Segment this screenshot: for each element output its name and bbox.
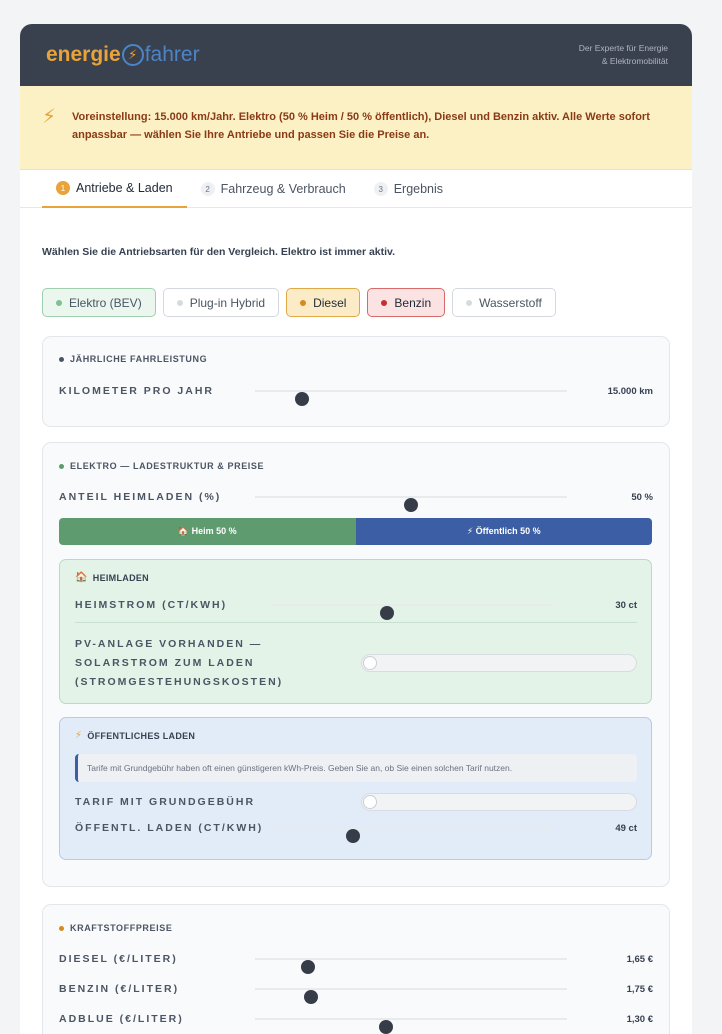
public-price-slider[interactable] xyxy=(271,827,553,843)
mileage-value: 15.000 km xyxy=(607,386,653,397)
home-charging-title: 🏠 HEIMLADEN xyxy=(75,572,149,583)
banner-text: Voreinstellung: 15.000 km/Jahr. Elektro … xyxy=(72,111,650,141)
app-header: energie ⚡ fahrer Der Experte für Energie &… xyxy=(20,24,692,86)
panel-title: JÄHRLICHE FAHRLEISTUNG xyxy=(59,354,207,364)
public-price-value: 49 ct xyxy=(615,823,637,834)
pv-toggle-row: PV-ANLAGE VORHANDEN — SOLARSTROM ZUM LAD… xyxy=(75,635,637,691)
status-dot-icon xyxy=(300,299,307,306)
logo[interactable]: energie ⚡ fahrer xyxy=(46,43,200,67)
status-dot-icon xyxy=(56,299,62,306)
bolt-icon: ⚡ xyxy=(75,730,83,741)
divider xyxy=(75,622,637,623)
electric-panel: ELEKTRO — LADESTRUKTUR & PREISE ANTEIL H… xyxy=(42,442,670,887)
calculator-card: energie ⚡ fahrer Der Experte für Energie &… xyxy=(20,24,692,1034)
adblue-price-slider[interactable] xyxy=(255,1018,567,1034)
home-charging-box: 🏠 HEIMLADEN HEIMSTROM (CT/KWH) 30 ct PV-… xyxy=(59,559,652,704)
home-share-slider-row: ANTEIL HEIMLADEN (%) 50 % xyxy=(59,488,653,512)
tariff-toggle[interactable] xyxy=(361,793,637,811)
tab-antriebe-laden[interactable]: 1 Antriebe & Laden xyxy=(42,170,187,208)
mileage-panel: JÄHRLICHE FAHRLEISTUNG KILOMETER PRO JAH… xyxy=(42,336,670,427)
tagline: Der Experte für Energie & Elektromobilit… xyxy=(578,43,668,66)
status-dot-icon xyxy=(381,299,388,306)
home-price-slider-row: HEIMSTROM (CT/KWH) 30 ct xyxy=(75,596,637,620)
slider-thumb[interactable] xyxy=(379,1020,394,1034)
pv-toggle[interactable] xyxy=(361,654,637,672)
tab-label: Fahrzeug & Verbrauch xyxy=(220,182,346,196)
home-price-value: 30 ct xyxy=(615,600,637,611)
home-price-slider[interactable] xyxy=(271,604,553,620)
slider-thumb[interactable] xyxy=(345,829,360,843)
tab-step-number: 1 xyxy=(56,181,70,195)
diesel-price-slider[interactable] xyxy=(255,958,567,974)
slider-thumb[interactable] xyxy=(301,960,316,974)
tariff-info-note: Tarife mit Grundgebühr haben oft einen g… xyxy=(75,754,637,782)
fuel-prices-panel: KRAFTSTOFFPREISE DIESEL (€/LITER) 1,65 €… xyxy=(42,904,670,1034)
drive-type-chips: Elektro (BEV) Plug-in Hybrid Diesel Benz… xyxy=(42,288,563,317)
tariff-toggle-row: TARIF MIT GRUNDGEBÜHR xyxy=(75,793,637,811)
chip-benzin[interactable]: Benzin xyxy=(367,288,446,317)
status-dot-icon xyxy=(176,299,183,306)
panel-title: KRAFTSTOFFPREISE xyxy=(59,923,172,933)
tab-label: Antriebe & Laden xyxy=(76,181,173,195)
chip-elektro[interactable]: Elektro (BEV) xyxy=(42,288,156,317)
home-share-slider[interactable] xyxy=(255,496,567,512)
diesel-price-slider-row: DIESEL (€/LITER) 1,65 € xyxy=(59,950,653,974)
step-tabs: 1 Antriebe & Laden 2 Fahrzeug & Verbrauc… xyxy=(20,170,692,208)
mileage-slider-row: KILOMETER PRO JAHR 15.000 km xyxy=(59,382,653,406)
public-charging-title: ⚡ ÖFFENTLICHES LADEN xyxy=(75,730,196,741)
benzin-price-slider-row: BENZIN (€/LITER) 1,75 € xyxy=(59,980,653,1004)
status-dot-icon xyxy=(466,299,473,306)
chip-wasserstoff[interactable]: Wasserstoff xyxy=(452,288,556,317)
chip-diesel[interactable]: Diesel xyxy=(286,288,361,317)
panel-title: ELEKTRO — LADESTRUKTUR & PREISE xyxy=(59,461,264,471)
slider-thumb[interactable] xyxy=(304,990,319,1004)
split-public-segment: ⚡ Öffentlich 50 % xyxy=(355,518,652,545)
home-share-value: 50 % xyxy=(631,492,653,503)
public-price-slider-row: ÖFFENTL. LADEN (CT/KWH) 49 ct xyxy=(75,819,637,843)
adblue-price-slider-row: ADBLUE (€/LITER) 1,30 € xyxy=(59,1010,653,1034)
benzin-price-slider[interactable] xyxy=(255,988,567,1004)
logo-bolt-icon: ⚡ xyxy=(121,44,144,66)
slider-thumb[interactable] xyxy=(379,606,394,620)
tab-label: Ergebnis xyxy=(393,182,444,196)
split-home-segment: 🏠 Heim 50 % xyxy=(59,518,356,545)
slider-thumb[interactable] xyxy=(404,498,418,512)
public-charging-box: ⚡ ÖFFENTLICHES LADEN Tarife mit Grundgeb… xyxy=(59,717,652,860)
intro-text: Wählen Sie die Antriebsarten für den Ver… xyxy=(42,246,396,258)
house-icon: 🏠 xyxy=(75,572,88,583)
tab-ergebnis[interactable]: 3 Ergebnis xyxy=(360,170,457,208)
section-dot-icon xyxy=(59,463,64,469)
chip-plug-in-hybrid[interactable]: Plug-in Hybrid xyxy=(162,288,280,317)
tab-step-number: 3 xyxy=(373,182,388,196)
section-dot-icon xyxy=(59,356,64,362)
toggle-knob xyxy=(363,656,377,670)
section-dot-icon xyxy=(59,925,64,931)
toggle-knob xyxy=(363,795,377,809)
mileage-slider[interactable] xyxy=(255,390,567,406)
pv-label: PV-ANLAGE VORHANDEN — SOLARSTROM ZUM LAD… xyxy=(75,638,284,688)
bolt-icon: ⚡ xyxy=(42,106,57,128)
tab-fahrzeug-verbrauch[interactable]: 2 Fahrzeug & Verbrauch xyxy=(187,170,360,208)
default-settings-banner: ⚡ Voreinstellung: 15.000 km/Jahr. Elektr… xyxy=(20,86,692,170)
adblue-price-value: 1,30 € xyxy=(626,1014,653,1025)
diesel-price-value: 1,65 € xyxy=(626,954,653,965)
slider-thumb[interactable] xyxy=(294,392,309,406)
charging-split-bar: 🏠 Heim 50 % ⚡ Öffentlich 50 % xyxy=(59,518,652,545)
tab-step-number: 2 xyxy=(200,182,215,196)
benzin-price-value: 1,75 € xyxy=(626,984,653,995)
